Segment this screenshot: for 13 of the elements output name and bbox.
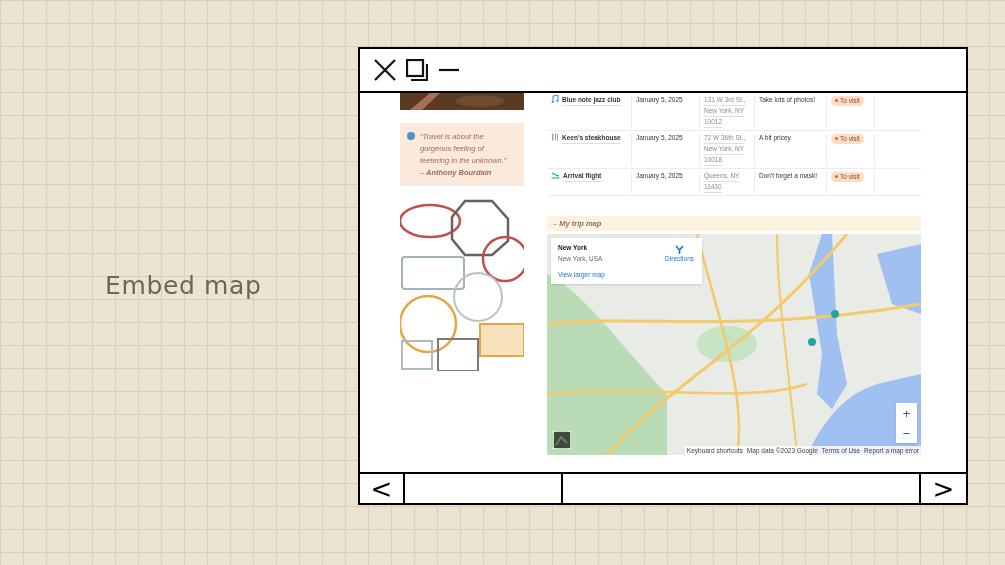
zoom-out-button[interactable]: − — [896, 423, 917, 443]
slide-title: Embed map — [105, 271, 262, 300]
forward-button[interactable]: > — [921, 474, 966, 503]
globe-icon — [407, 132, 415, 140]
minimize-icon[interactable] — [438, 68, 460, 72]
satellite-layer-icon[interactable] — [553, 431, 571, 449]
back-button[interactable]: < — [360, 474, 405, 503]
music-note-icon — [551, 95, 559, 103]
directions-icon — [675, 245, 685, 254]
zoom-in-button[interactable]: + — [896, 403, 917, 423]
plane-landing-icon — [551, 171, 560, 179]
close-icon[interactable] — [374, 59, 396, 81]
restore-icon[interactable] — [406, 59, 428, 81]
